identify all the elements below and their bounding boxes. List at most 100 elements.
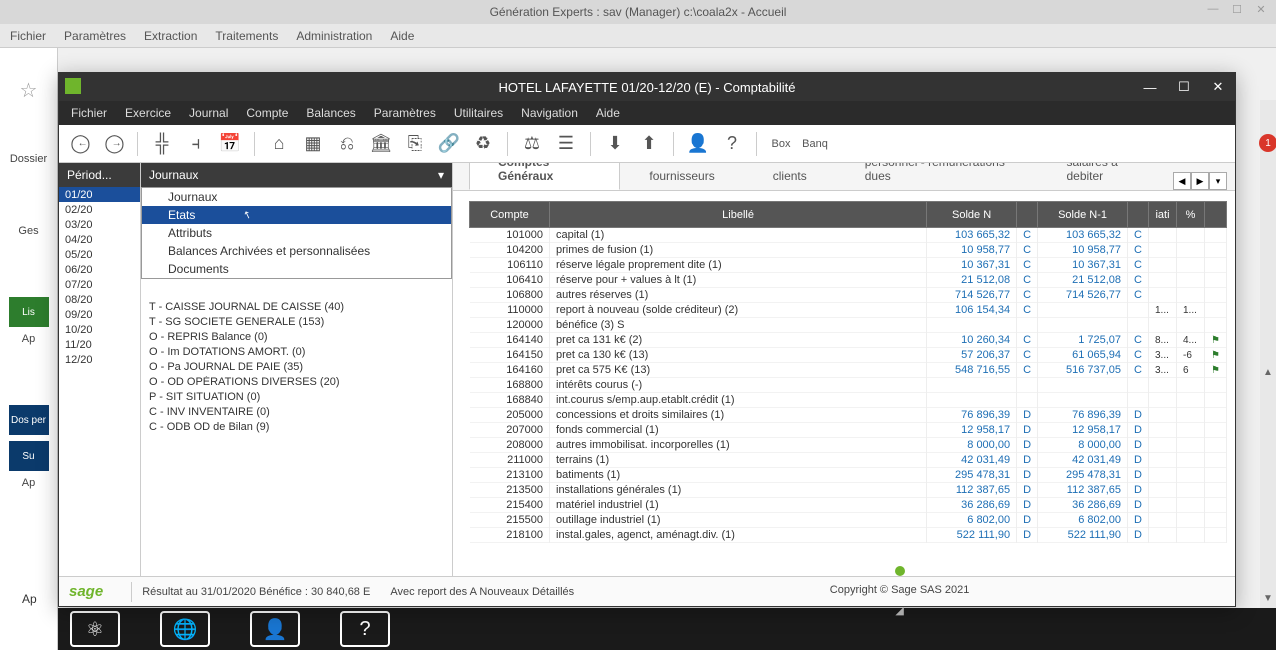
journal-item[interactable]: C - ODB OD de Bilan (9) xyxy=(141,421,452,436)
export-icon[interactable]: ⎘ xyxy=(403,132,427,156)
journal-item[interactable]: O - Im DOTATIONS AMORT. (0) xyxy=(141,346,452,361)
grid-icon[interactable]: ▦ xyxy=(301,132,325,156)
table-row[interactable]: 164140pret ca 131 k€ (2)10 260,34C1 725,… xyxy=(470,333,1227,348)
upload-icon[interactable]: ⬆ xyxy=(637,132,661,156)
journal-item[interactable]: O - OD OPÉRATIONS DIVERSES (20) xyxy=(141,376,452,391)
period-item[interactable]: 12/20 xyxy=(59,352,140,367)
column-header[interactable]: Solde N-1 xyxy=(1038,202,1128,228)
download-icon[interactable]: ⬇ xyxy=(603,132,627,156)
sidebar-block[interactable]: Su xyxy=(9,441,49,471)
journal-item[interactable]: O - Pa JOURNAL DE PAIE (35) xyxy=(141,361,452,376)
list-icon[interactable]: ☰ xyxy=(554,132,578,156)
journaux-combo[interactable]: Journaux ▾ xyxy=(141,163,452,187)
table-row[interactable]: 215400matériel industriel (1)36 286,69D3… xyxy=(470,498,1227,513)
journal-item[interactable]: T - SG SOCIETE GENERALE (153) xyxy=(141,316,452,331)
period-item[interactable]: 09/20 xyxy=(59,307,140,322)
tab[interactable]: Comptes Généraux xyxy=(469,163,620,190)
menu-item[interactable]: Navigation xyxy=(521,106,578,120)
period-header[interactable]: Périod... xyxy=(59,163,140,187)
table-row[interactable]: 207000fonds commercial (1)12 958,17D12 9… xyxy=(470,423,1227,438)
menu-aide[interactable]: Aide xyxy=(390,29,414,43)
maximize-button[interactable]: ☐ xyxy=(1226,0,1248,18)
notification-badge[interactable]: 1 xyxy=(1259,134,1276,152)
journal-item[interactable]: P - SIT SITUATION (0) xyxy=(141,391,452,406)
table-row[interactable]: 168840int.courus s/emp.aup.etablt.crédit… xyxy=(470,393,1227,408)
table-row[interactable]: 106110réserve légale proprement dite (1)… xyxy=(470,258,1227,273)
table-row[interactable]: 106800autres réserves (1)714 526,77C714 … xyxy=(470,288,1227,303)
tab-menu[interactable]: ▾ xyxy=(1209,172,1227,190)
column-header[interactable]: Solde N xyxy=(927,202,1017,228)
person-icon[interactable]: 👤 xyxy=(250,611,300,647)
column-header[interactable]: Libellé xyxy=(550,202,927,228)
table-row[interactable]: 168800intérêts courus (-) xyxy=(470,378,1227,393)
period-item[interactable]: 04/20 xyxy=(59,232,140,247)
menu-item[interactable]: Exercice xyxy=(125,106,171,120)
tab-prev[interactable]: ◀ xyxy=(1173,172,1191,190)
help-icon[interactable]: ? xyxy=(340,611,390,647)
resize-grip-icon[interactable]: ◢ xyxy=(895,604,903,617)
column-header[interactable]: iati xyxy=(1149,202,1177,228)
menu-parametres[interactable]: Paramètres xyxy=(64,29,126,43)
recycle-icon[interactable]: ♻ xyxy=(471,132,495,156)
table-row[interactable]: 213500installations générales (1)112 387… xyxy=(470,483,1227,498)
right-scrollbar[interactable]: 1 ▲ ▼ xyxy=(1260,100,1276,608)
calendar-icon[interactable]: 📅 xyxy=(218,132,242,156)
menu-item[interactable]: Fichier xyxy=(71,106,107,120)
tab-next[interactable]: ▶ xyxy=(1191,172,1209,190)
forward-icon[interactable]: ◯→ xyxy=(101,132,125,156)
bank-icon[interactable]: 🏛 xyxy=(369,132,393,156)
column-header[interactable] xyxy=(1128,202,1149,228)
table-row[interactable]: 164150pret ca 130 k€ (13)57 206,37C61 06… xyxy=(470,348,1227,363)
tab[interactable]: personnel - rémunérations dues xyxy=(836,163,1038,190)
maximize-button[interactable]: ☐ xyxy=(1167,73,1201,101)
period-item[interactable]: 10/20 xyxy=(59,322,140,337)
menu-traitements[interactable]: Traitements xyxy=(215,29,278,43)
menu-fichier[interactable]: Fichier xyxy=(10,29,46,43)
table-row[interactable]: 205000concessions et droits similaires (… xyxy=(470,408,1227,423)
menu-extraction[interactable]: Extraction xyxy=(144,29,197,43)
menu-item[interactable]: Balances xyxy=(306,106,355,120)
network-icon[interactable]: ⚛ xyxy=(70,611,120,647)
tab[interactable]: salaires a debiter xyxy=(1037,163,1173,190)
column-header[interactable] xyxy=(1017,202,1038,228)
back-icon[interactable]: ◯← xyxy=(67,132,91,156)
person-icon[interactable]: 👤 xyxy=(686,132,710,156)
menu-item[interactable]: Paramètres xyxy=(374,106,436,120)
menu-item[interactable]: Compte xyxy=(246,106,288,120)
dropdown-item[interactable]: Documents xyxy=(142,260,451,278)
period-item[interactable]: 05/20 xyxy=(59,247,140,262)
tab[interactable]: fournisseurs xyxy=(620,163,743,190)
menu-item[interactable]: Utilitaires xyxy=(454,106,503,120)
journal-item[interactable]: T - CAISSE JOURNAL DE CAISSE (40) xyxy=(141,301,452,316)
banq-icon[interactable]: Banq xyxy=(803,132,827,156)
period-item[interactable]: 01/20 xyxy=(59,187,140,202)
split-v-icon[interactable]: ⫞ xyxy=(184,132,208,156)
box-icon[interactable]: Box xyxy=(769,132,793,156)
menu-administration[interactable]: Administration xyxy=(296,29,372,43)
table-row[interactable]: 211000terrains (1)42 031,49D42 031,49D xyxy=(470,453,1227,468)
link-icon[interactable]: 🔗 xyxy=(437,132,461,156)
table-row[interactable]: 101000capital (1)103 665,32C103 665,32C xyxy=(470,228,1227,243)
table-row[interactable]: 213100batiments (1)295 478,31D295 478,31… xyxy=(470,468,1227,483)
table-row[interactable]: 110000report à nouveau (solde créditeur)… xyxy=(470,303,1227,318)
minimize-button[interactable]: — xyxy=(1202,0,1224,18)
globe-icon[interactable]: 🌐 xyxy=(160,611,210,647)
column-header[interactable]: % xyxy=(1177,202,1205,228)
period-item[interactable]: 11/20 xyxy=(59,337,140,352)
column-header[interactable]: Compte xyxy=(470,202,550,228)
table-row[interactable]: 208000autres immobilisat. incorporelles … xyxy=(470,438,1227,453)
menu-item[interactable]: Aide xyxy=(596,106,620,120)
period-item[interactable]: 07/20 xyxy=(59,277,140,292)
accounts-table-wrap[interactable]: CompteLibelléSolde N Solde N-1 iati% 10100… xyxy=(453,191,1235,576)
minimize-button[interactable]: — xyxy=(1133,73,1167,101)
period-item[interactable]: 06/20 xyxy=(59,262,140,277)
period-item[interactable]: 08/20 xyxy=(59,292,140,307)
dropdown-item[interactable]: Etats xyxy=(142,206,451,224)
tab[interactable]: clients xyxy=(744,163,836,190)
dropdown-item[interactable]: Attributs xyxy=(142,224,451,242)
menu-item[interactable]: Journal xyxy=(189,106,228,120)
favorite-icon[interactable]: ☆ xyxy=(20,78,38,103)
journal-item[interactable]: C - INV INVENTAIRE (0) xyxy=(141,406,452,421)
column-header[interactable] xyxy=(1205,202,1227,228)
table-row[interactable]: 106410réserve pour + values à lt (1)21 5… xyxy=(470,273,1227,288)
